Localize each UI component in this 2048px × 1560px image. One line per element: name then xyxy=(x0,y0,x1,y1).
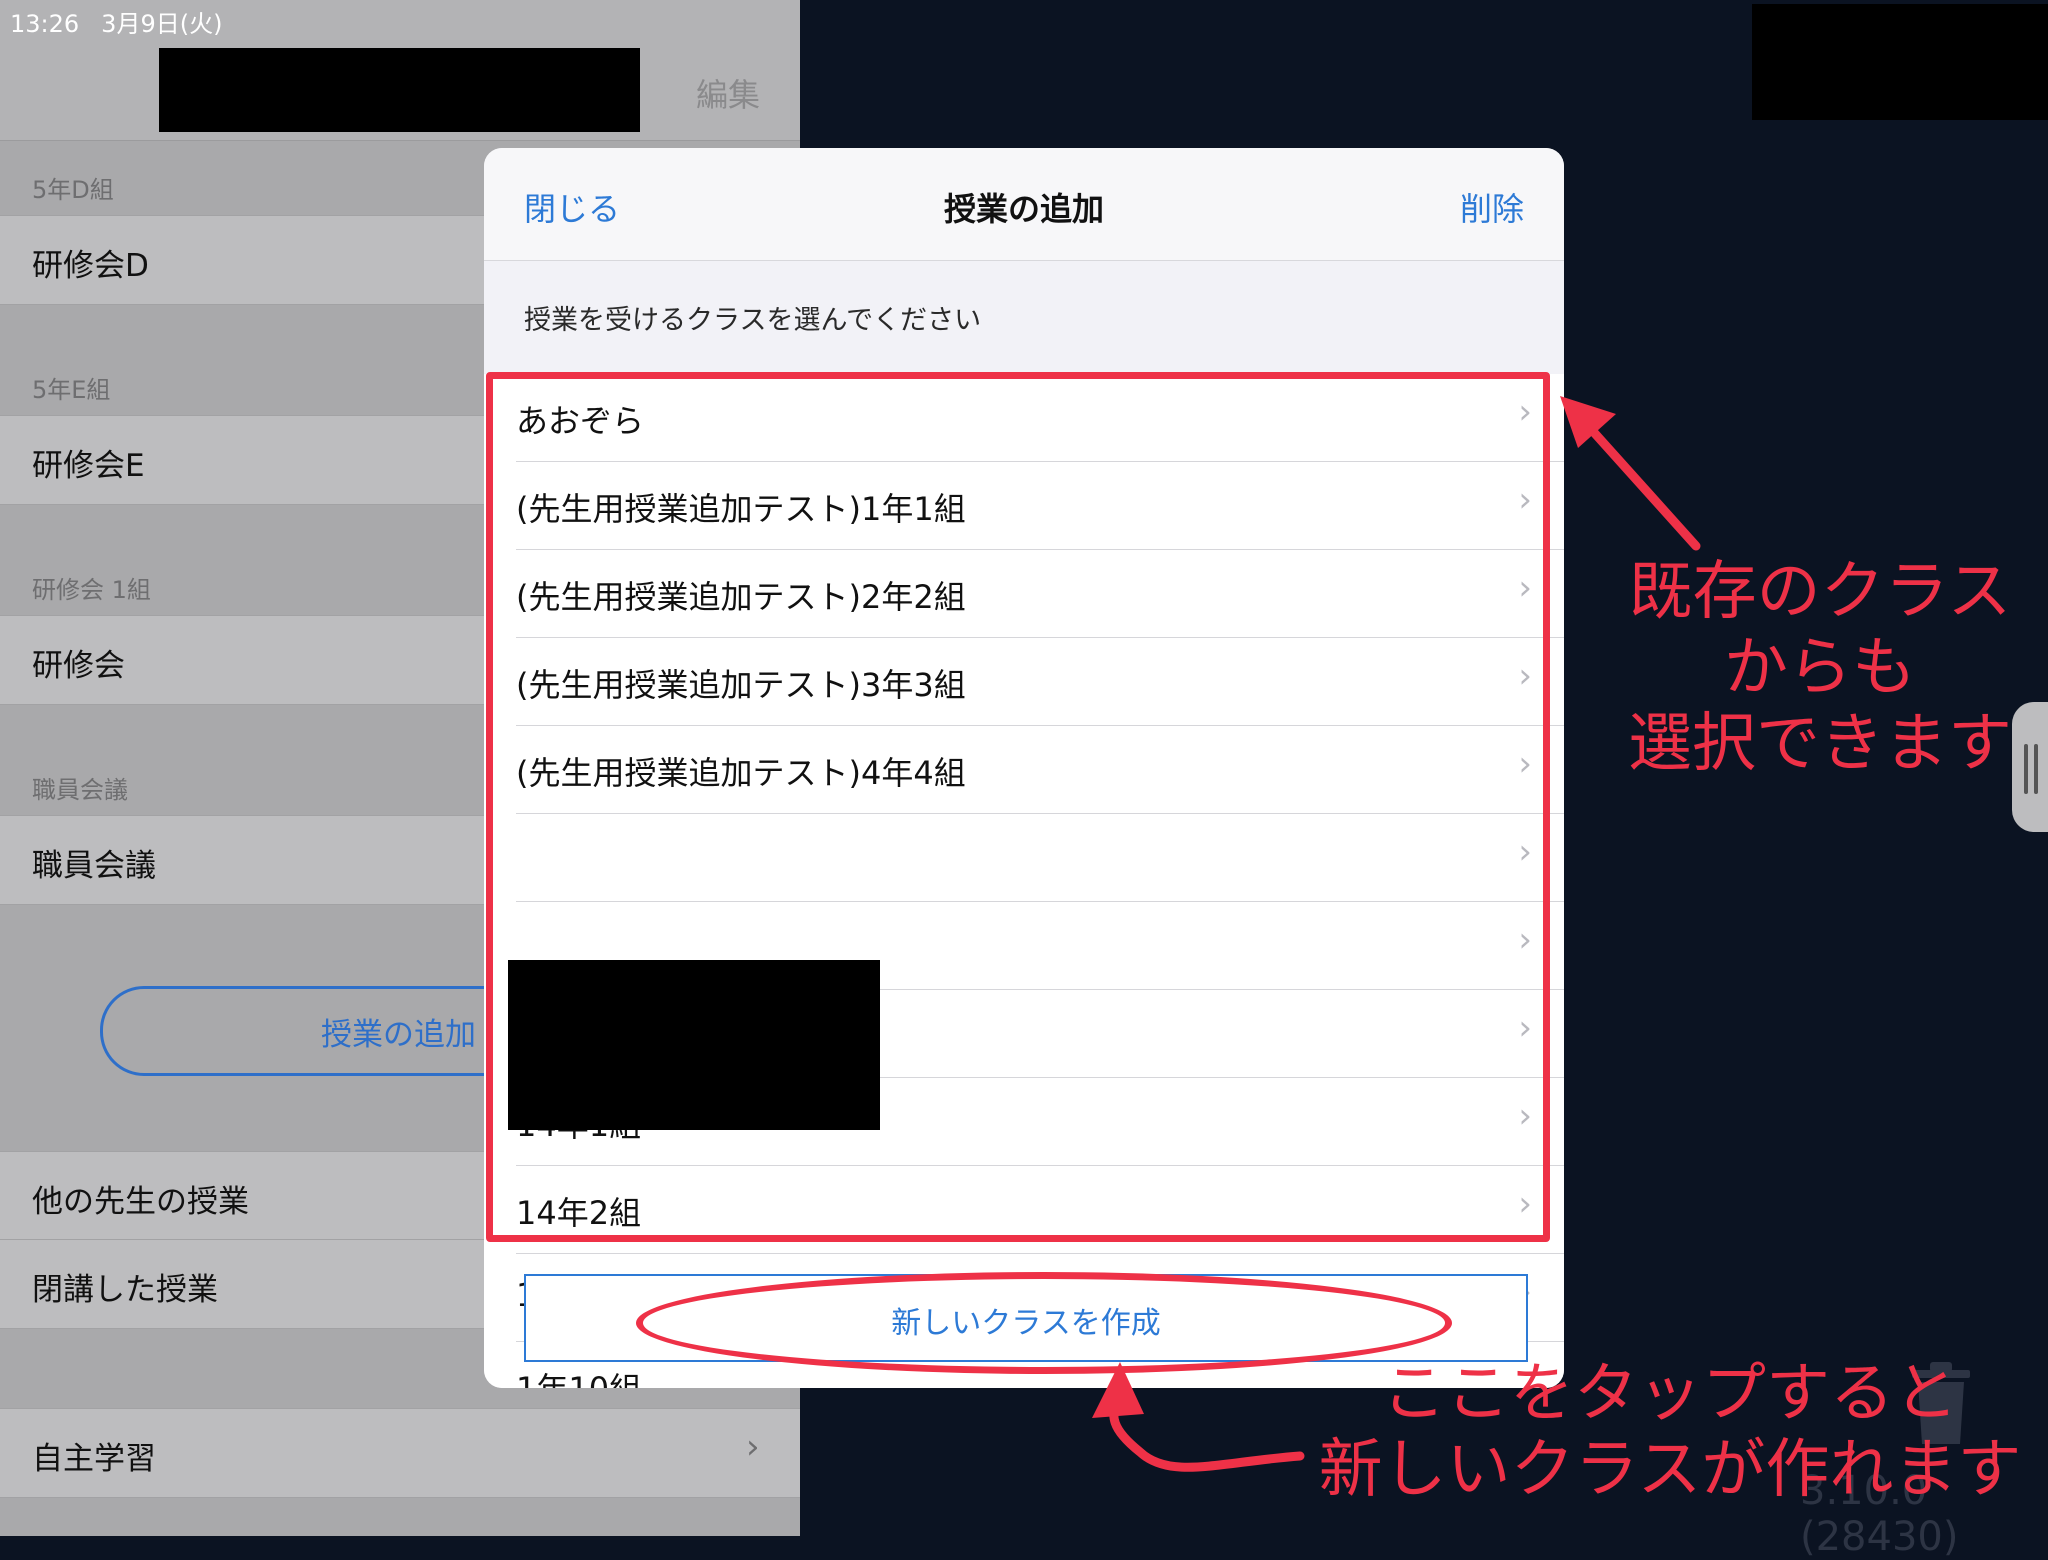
arrow-head xyxy=(1092,1362,1144,1418)
arrow-to-list xyxy=(1585,423,1701,551)
annotation-new-class: ここをタップすると 新しいクラスが作れます xyxy=(1318,1357,2022,1507)
annotation-existing-classes: 既存のクラス からも 選択できます xyxy=(1628,555,2012,781)
arrow-head xyxy=(1560,396,1616,448)
